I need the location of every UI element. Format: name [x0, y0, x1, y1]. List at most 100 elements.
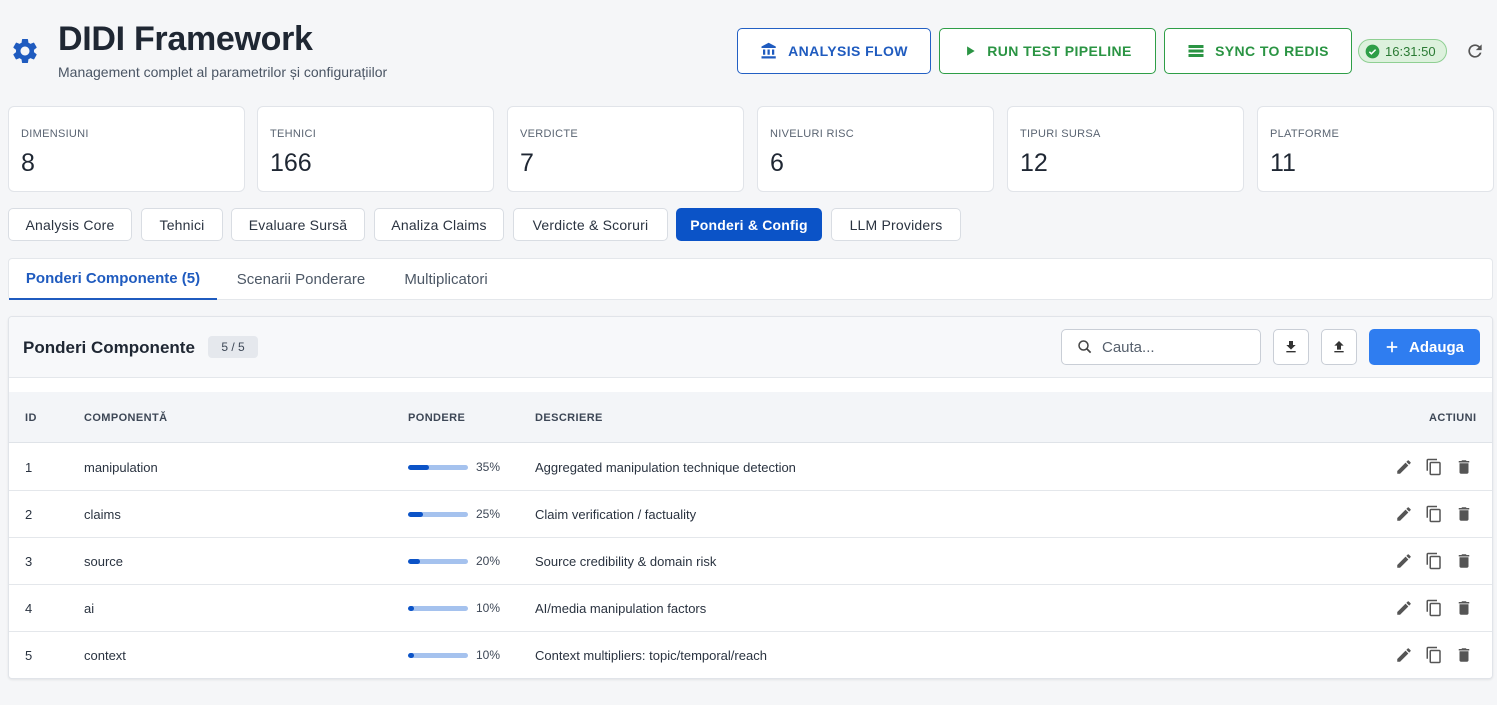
delete-icon[interactable]	[1453, 550, 1475, 572]
status-clock-badge: 16:31:50	[1358, 39, 1447, 63]
cell-description: AI/media manipulation factors	[535, 601, 707, 616]
stat-value: 7	[520, 149, 534, 177]
table-row: 2 claims 25% Claim verification / factualit…	[9, 491, 1492, 538]
copy-icon[interactable]	[1423, 644, 1445, 666]
sync-to-redis-button[interactable]: SYNC TO REDIS	[1164, 28, 1352, 74]
tab-analysis-core[interactable]: Analysis Core	[8, 208, 132, 241]
table-header: ID COMPONENTĂ PONDERE DESCRIERE ACTIUNI	[9, 392, 1492, 443]
cell-component: claims	[84, 507, 121, 522]
tab-evaluare-sursa[interactable]: Evaluare Sursă	[231, 208, 365, 241]
delete-icon[interactable]	[1453, 597, 1475, 619]
cell-weight: 20%	[476, 554, 501, 568]
edit-icon[interactable]	[1393, 503, 1415, 525]
check-circle-icon	[1365, 44, 1380, 58]
delete-icon[interactable]	[1453, 456, 1475, 478]
subtab-ponderi-componente[interactable]: Ponderi Componente (5)	[9, 259, 217, 300]
upload-button[interactable]	[1321, 329, 1357, 365]
weight-bar	[408, 606, 468, 611]
app-header: DIDI Framework Management complet al par…	[0, 0, 1497, 98]
stat-card-tehnici: TEHNICI 166	[257, 106, 494, 192]
table-row: 3 source 20% Source credibility & domain ri…	[9, 538, 1492, 585]
copy-icon[interactable]	[1423, 550, 1445, 572]
weight-bar-fill	[408, 465, 429, 470]
clock-time: 16:31:50	[1385, 43, 1436, 59]
sync-to-redis-label: SYNC TO REDIS	[1215, 43, 1329, 59]
page-subtitle: Management complet al parametrilor și co…	[58, 64, 388, 80]
panel-toolbar: Ponderi Componente 5 / 5 Adauga	[9, 317, 1492, 378]
cell-description: Context multipliers: topic/temporal/reac…	[535, 648, 767, 663]
cell-weight: 25%	[476, 507, 501, 521]
search-icon	[1078, 340, 1092, 354]
stat-value: 11	[1270, 149, 1296, 177]
stat-label: VERDICTE	[520, 128, 579, 140]
stat-card-niveluri-risc: NIVELURI RISC 6	[757, 106, 994, 192]
stat-label: PLATFORME	[1270, 128, 1340, 140]
copy-icon[interactable]	[1423, 456, 1445, 478]
cell-description: Aggregated manipulation technique detect…	[535, 460, 796, 475]
refresh-button[interactable]	[1463, 39, 1487, 63]
download-button[interactable]	[1273, 329, 1309, 365]
play-icon	[967, 46, 975, 56]
analysis-flow-label: ANALYSIS FLOW	[788, 43, 908, 59]
delete-icon[interactable]	[1453, 503, 1475, 525]
weight-bar	[408, 559, 468, 564]
cell-weight: 35%	[476, 460, 501, 474]
table-row: 1 manipulation 35% Aggregated manipulation …	[9, 444, 1492, 491]
column-header-description: DESCRIERE	[535, 412, 603, 424]
plus-icon	[1386, 341, 1398, 353]
run-test-pipeline-button[interactable]: RUN TEST PIPELINE	[939, 28, 1156, 74]
stat-value: 12	[1020, 149, 1048, 177]
search-box	[1061, 329, 1261, 365]
tab-verdicte-scoruri[interactable]: Verdicte & Scoruri	[513, 208, 668, 241]
delete-icon[interactable]	[1453, 644, 1475, 666]
stat-card-platforme: PLATFORME 11	[1257, 106, 1494, 192]
page-title: DIDI Framework	[58, 20, 313, 58]
stat-label: TEHNICI	[270, 128, 317, 140]
edit-icon[interactable]	[1393, 597, 1415, 619]
weight-bar-fill	[408, 512, 423, 517]
tab-analiza-claims[interactable]: Analiza Claims	[374, 208, 504, 241]
cell-id: 5	[25, 648, 33, 663]
column-header-component: COMPONENTĂ	[84, 412, 168, 424]
tab-tehnici[interactable]: Tehnici	[141, 208, 223, 241]
cell-component: context	[84, 648, 126, 663]
cell-id: 3	[25, 554, 33, 569]
stat-label: TIPURI SURSA	[1020, 128, 1101, 140]
tab-ponderi-config[interactable]: Ponderi & Config	[676, 208, 822, 241]
weight-bar	[408, 465, 468, 470]
cell-component: source	[84, 554, 124, 569]
edit-icon[interactable]	[1393, 456, 1415, 478]
add-button[interactable]: Adauga	[1369, 329, 1480, 365]
copy-icon[interactable]	[1423, 597, 1445, 619]
stat-value: 166	[270, 149, 312, 177]
weight-bar-fill	[408, 606, 414, 611]
run-test-pipeline-label: RUN TEST PIPELINE	[987, 43, 1132, 59]
subtab-scenarii-ponderare[interactable]: Scenarii Ponderare	[221, 259, 381, 300]
stat-card-tipuri-sursa: TIPURI SURSA 12	[1007, 106, 1244, 192]
cell-description: Source credibility & domain risk	[535, 554, 717, 569]
copy-icon[interactable]	[1423, 503, 1445, 525]
edit-icon[interactable]	[1393, 550, 1415, 572]
upload-icon	[1334, 341, 1344, 353]
download-icon	[1286, 341, 1296, 353]
tab-llm-providers[interactable]: LLM Providers	[831, 208, 961, 241]
weight-bar	[408, 512, 468, 517]
column-header-actions: ACTIUNI	[1429, 412, 1477, 424]
analysis-flow-button[interactable]: ANALYSIS FLOW	[737, 28, 931, 74]
search-input[interactable]	[1102, 338, 1242, 356]
panel-title: Ponderi Componente	[23, 338, 195, 357]
bank-icon	[761, 42, 776, 59]
cell-id: 2	[25, 507, 33, 522]
stat-card-dimensiuni: DIMENSIUNI 8	[8, 106, 245, 192]
column-header-weight: PONDERE	[408, 412, 466, 424]
table-row: 4 ai 10% AI/media manipulation factors	[9, 585, 1492, 632]
sub-tabs-bar: Ponderi Componente (5) Scenarii Ponderar…	[8, 258, 1493, 300]
stat-label: DIMENSIUNI	[21, 128, 89, 140]
subtab-multiplicatori[interactable]: Multiplicatori	[387, 259, 505, 300]
weight-bar-fill	[408, 559, 420, 564]
stat-label: NIVELURI RISC	[770, 128, 854, 140]
edit-icon[interactable]	[1393, 644, 1415, 666]
weight-bar	[408, 653, 468, 658]
gear-icon	[13, 38, 37, 63]
stat-card-verdicte: VERDICTE 7	[507, 106, 744, 192]
